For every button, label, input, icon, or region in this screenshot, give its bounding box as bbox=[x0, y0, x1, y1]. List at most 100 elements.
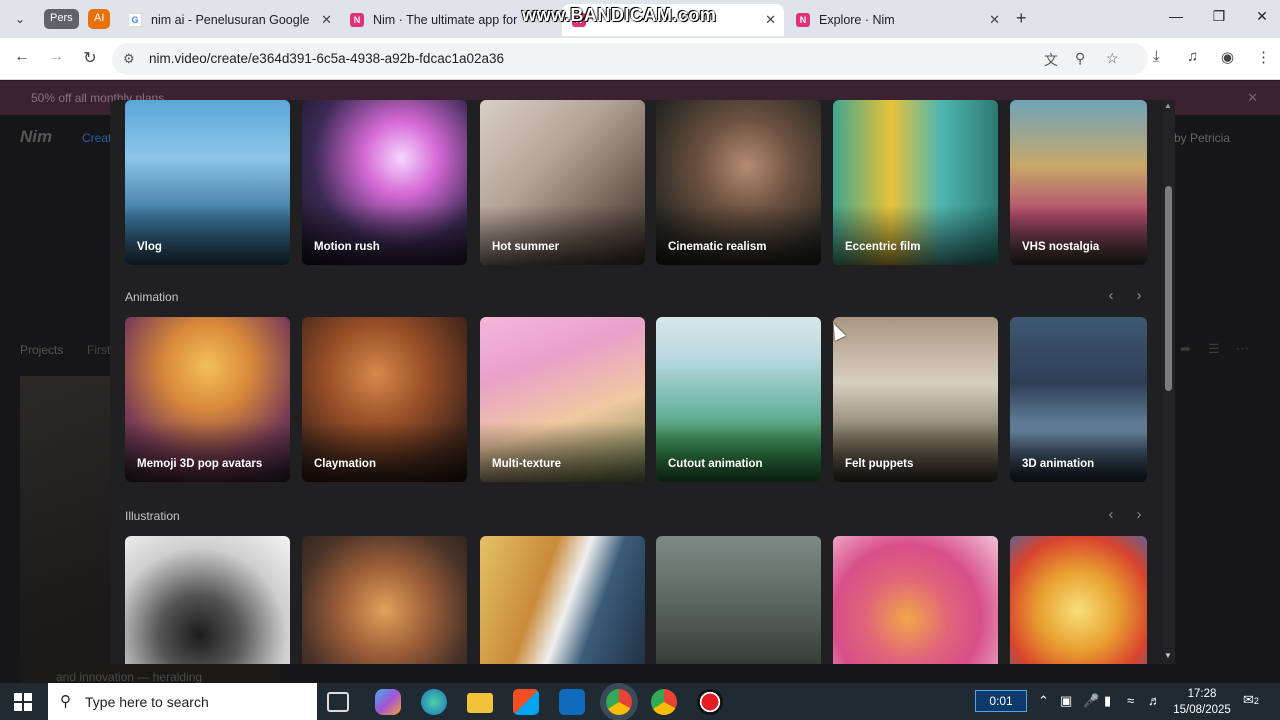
promo-close-icon[interactable]: ✕ bbox=[1247, 90, 1258, 106]
chrome-active-icon[interactable] bbox=[606, 689, 632, 715]
tab-search-chevron-icon[interactable]: ⌄ bbox=[8, 7, 32, 31]
style-card-3d-animation[interactable]: 3D animation bbox=[1010, 317, 1147, 482]
copilot-icon[interactable] bbox=[375, 689, 401, 715]
new-tab-plus-icon[interactable]: + bbox=[1016, 8, 1027, 29]
project-caption: and innovation — heralding bbox=[56, 670, 203, 683]
download-icon[interactable]: ⤓ bbox=[1153, 48, 1160, 65]
file-explorer-icon[interactable] bbox=[467, 693, 493, 713]
meet-now-icon[interactable]: ▣ bbox=[1060, 693, 1072, 709]
taskbar-search-box[interactable]: ⚲ Type here to search bbox=[48, 683, 317, 720]
tab-title: Nim · The ultimate app for AI bbox=[373, 13, 518, 27]
style-card-felt-puppets[interactable]: Felt puppets bbox=[833, 317, 998, 482]
style-card-motion-rush[interactable]: Motion rush bbox=[302, 100, 467, 265]
card-shade bbox=[302, 205, 467, 265]
volume-icon[interactable]: ♬ bbox=[1148, 693, 1161, 708]
style-card-ink-illustration[interactable] bbox=[125, 536, 290, 664]
scroll-up-arrow-icon[interactable]: ▲ bbox=[1164, 101, 1172, 110]
animation-prev-chevron-icon[interactable]: ‹ bbox=[1104, 287, 1118, 304]
notification-center-icon[interactable]: ✉2 bbox=[1243, 692, 1259, 708]
url-text[interactable]: nim.video/create/e364d391-6c5a-4938-a92b… bbox=[149, 51, 504, 66]
profile-avatar-icon[interactable]: ◉ bbox=[1221, 48, 1234, 66]
browser-tabstrip: ⌄ Pers AI G nim ai - Penelusuran Google … bbox=[0, 0, 1280, 38]
style-card-multi-texture[interactable]: Multi-texture bbox=[480, 317, 645, 482]
back-arrow-icon[interactable]: ← bbox=[10, 48, 34, 66]
animation-next-chevron-icon[interactable]: › bbox=[1132, 287, 1146, 304]
taskbar-clock[interactable]: 17:28 15/08/2025 bbox=[1170, 686, 1234, 718]
card-shade bbox=[833, 422, 998, 482]
windows-start-icon[interactable] bbox=[14, 693, 32, 711]
style-card-cinematic-realism[interactable]: Cinematic realism bbox=[656, 100, 821, 265]
clock-time: 17:28 bbox=[1187, 688, 1217, 700]
style-card-claymation[interactable]: Claymation bbox=[302, 317, 467, 482]
battery-icon[interactable]: ▮ bbox=[1104, 693, 1111, 709]
bookmark-star-icon[interactable]: ☆ bbox=[1106, 50, 1119, 67]
chrome-icon[interactable] bbox=[651, 689, 677, 715]
style-card-vlog[interactable]: Vlog bbox=[125, 100, 290, 265]
close-tab-icon[interactable]: ✕ bbox=[321, 12, 332, 28]
style-card-cartoon-illustration[interactable] bbox=[833, 536, 998, 664]
tab-explore-nim[interactable]: N Explore · Nim ✕ bbox=[786, 4, 1008, 36]
style-card-label: Eccentric film bbox=[845, 241, 921, 253]
bandicam-watermark: www.BANDICAM.com bbox=[522, 5, 717, 25]
close-tab-icon[interactable]: ✕ bbox=[765, 12, 776, 28]
card-shade bbox=[125, 205, 290, 265]
microsoft-store-icon[interactable] bbox=[513, 689, 539, 715]
modal-scrollbar-thumb[interactable] bbox=[1165, 186, 1172, 391]
browser-menu-icon[interactable]: ⋮ bbox=[1256, 48, 1271, 66]
tab-google-search[interactable]: G nim ai - Penelusuran Google ✕ bbox=[118, 4, 340, 36]
style-card-pop-art-illustration[interactable] bbox=[1010, 536, 1147, 664]
style-card-fantasy-illustration[interactable] bbox=[302, 536, 467, 664]
microphone-icon[interactable]: 🎤 bbox=[1083, 693, 1099, 709]
section-title-animation: Animation bbox=[125, 290, 179, 304]
tray-chevron-icon[interactable]: ⌃ bbox=[1038, 693, 1049, 709]
user-name[interactable]: by Petricia bbox=[1174, 131, 1230, 145]
edge-browser-icon[interactable] bbox=[421, 689, 447, 715]
style-card-label: Hot summer bbox=[492, 241, 560, 253]
site-settings-icon[interactable]: ⚙ bbox=[123, 51, 135, 67]
google-favicon-icon: G bbox=[128, 13, 142, 27]
reload-icon[interactable]: ↻ bbox=[78, 48, 102, 68]
tab-group-pers[interactable]: Pers bbox=[44, 9, 79, 29]
recording-timer[interactable]: 0:01 bbox=[975, 690, 1027, 712]
style-card-sci-fi-illustration[interactable] bbox=[656, 536, 821, 664]
style-card-label: Multi-texture bbox=[492, 458, 561, 470]
minimize-icon[interactable]: — bbox=[1161, 8, 1191, 24]
style-picker-modal: Vlog Motion rush Hot summer Cinematic re… bbox=[110, 100, 1175, 664]
address-bar[interactable]: ⚙ nim.video/create/e364d391-6c5a-4938-a9… bbox=[112, 43, 1148, 75]
style-card-cutout-animation[interactable]: Cutout animation bbox=[656, 317, 821, 482]
style-card-vhs-nostalgia[interactable]: VHS nostalgia bbox=[1010, 100, 1147, 265]
illustration-next-chevron-icon[interactable]: › bbox=[1132, 506, 1146, 523]
style-card-memoji[interactable]: Memoji 3D pop avatars bbox=[125, 317, 290, 482]
card-shade bbox=[1010, 422, 1147, 482]
style-card-label: Vlog bbox=[137, 241, 162, 253]
list-icon[interactable]: ☰ bbox=[1208, 341, 1220, 357]
outlook-icon[interactable] bbox=[559, 689, 585, 715]
media-controls-icon[interactable]: ♫ bbox=[1187, 48, 1198, 65]
tab-title: Explore · Nim bbox=[819, 13, 895, 27]
scroll-down-arrow-icon[interactable]: ▼ bbox=[1164, 651, 1172, 660]
more-icon[interactable]: ⋯ bbox=[1236, 341, 1249, 357]
share-icon[interactable]: ➦ bbox=[1180, 341, 1191, 357]
nim-logo[interactable]: Nim bbox=[20, 127, 52, 147]
zoom-icon[interactable]: ⚲ bbox=[1075, 50, 1085, 67]
forward-arrow-icon[interactable]: → bbox=[44, 48, 68, 66]
browser-toolbar: ← → ↻ ⚙ nim.video/create/e364d391-6c5a-4… bbox=[0, 38, 1280, 80]
task-view-icon[interactable] bbox=[327, 692, 349, 712]
bandicam-record-icon[interactable] bbox=[697, 689, 723, 715]
tab-group-ai[interactable]: AI bbox=[88, 9, 111, 29]
close-tab-icon[interactable]: ✕ bbox=[989, 12, 1000, 28]
style-card-eccentric-film[interactable]: Eccentric film bbox=[833, 100, 998, 265]
illustration-prev-chevron-icon[interactable]: ‹ bbox=[1104, 506, 1118, 523]
close-window-icon[interactable]: ✕ bbox=[1247, 8, 1277, 25]
translate-icon[interactable]: 文 bbox=[1044, 50, 1058, 70]
windows-taskbar: ⚲ Type here to search 0:01 ⌃ ▣ 🎤 ▮ ≈ ♬ 1… bbox=[0, 683, 1280, 720]
card-shade bbox=[302, 422, 467, 482]
style-card-hot-summer[interactable]: Hot summer bbox=[480, 100, 645, 265]
nim-favicon-icon: N bbox=[350, 13, 364, 27]
style-card-comic-illustration[interactable] bbox=[480, 536, 645, 664]
tab-title: nim ai - Penelusuran Google bbox=[151, 13, 310, 27]
nim-favicon-icon: N bbox=[796, 13, 810, 27]
restore-icon[interactable]: ❐ bbox=[1204, 8, 1234, 25]
projects-label[interactable]: Projects bbox=[20, 343, 63, 357]
wifi-icon[interactable]: ≈ bbox=[1127, 693, 1134, 708]
